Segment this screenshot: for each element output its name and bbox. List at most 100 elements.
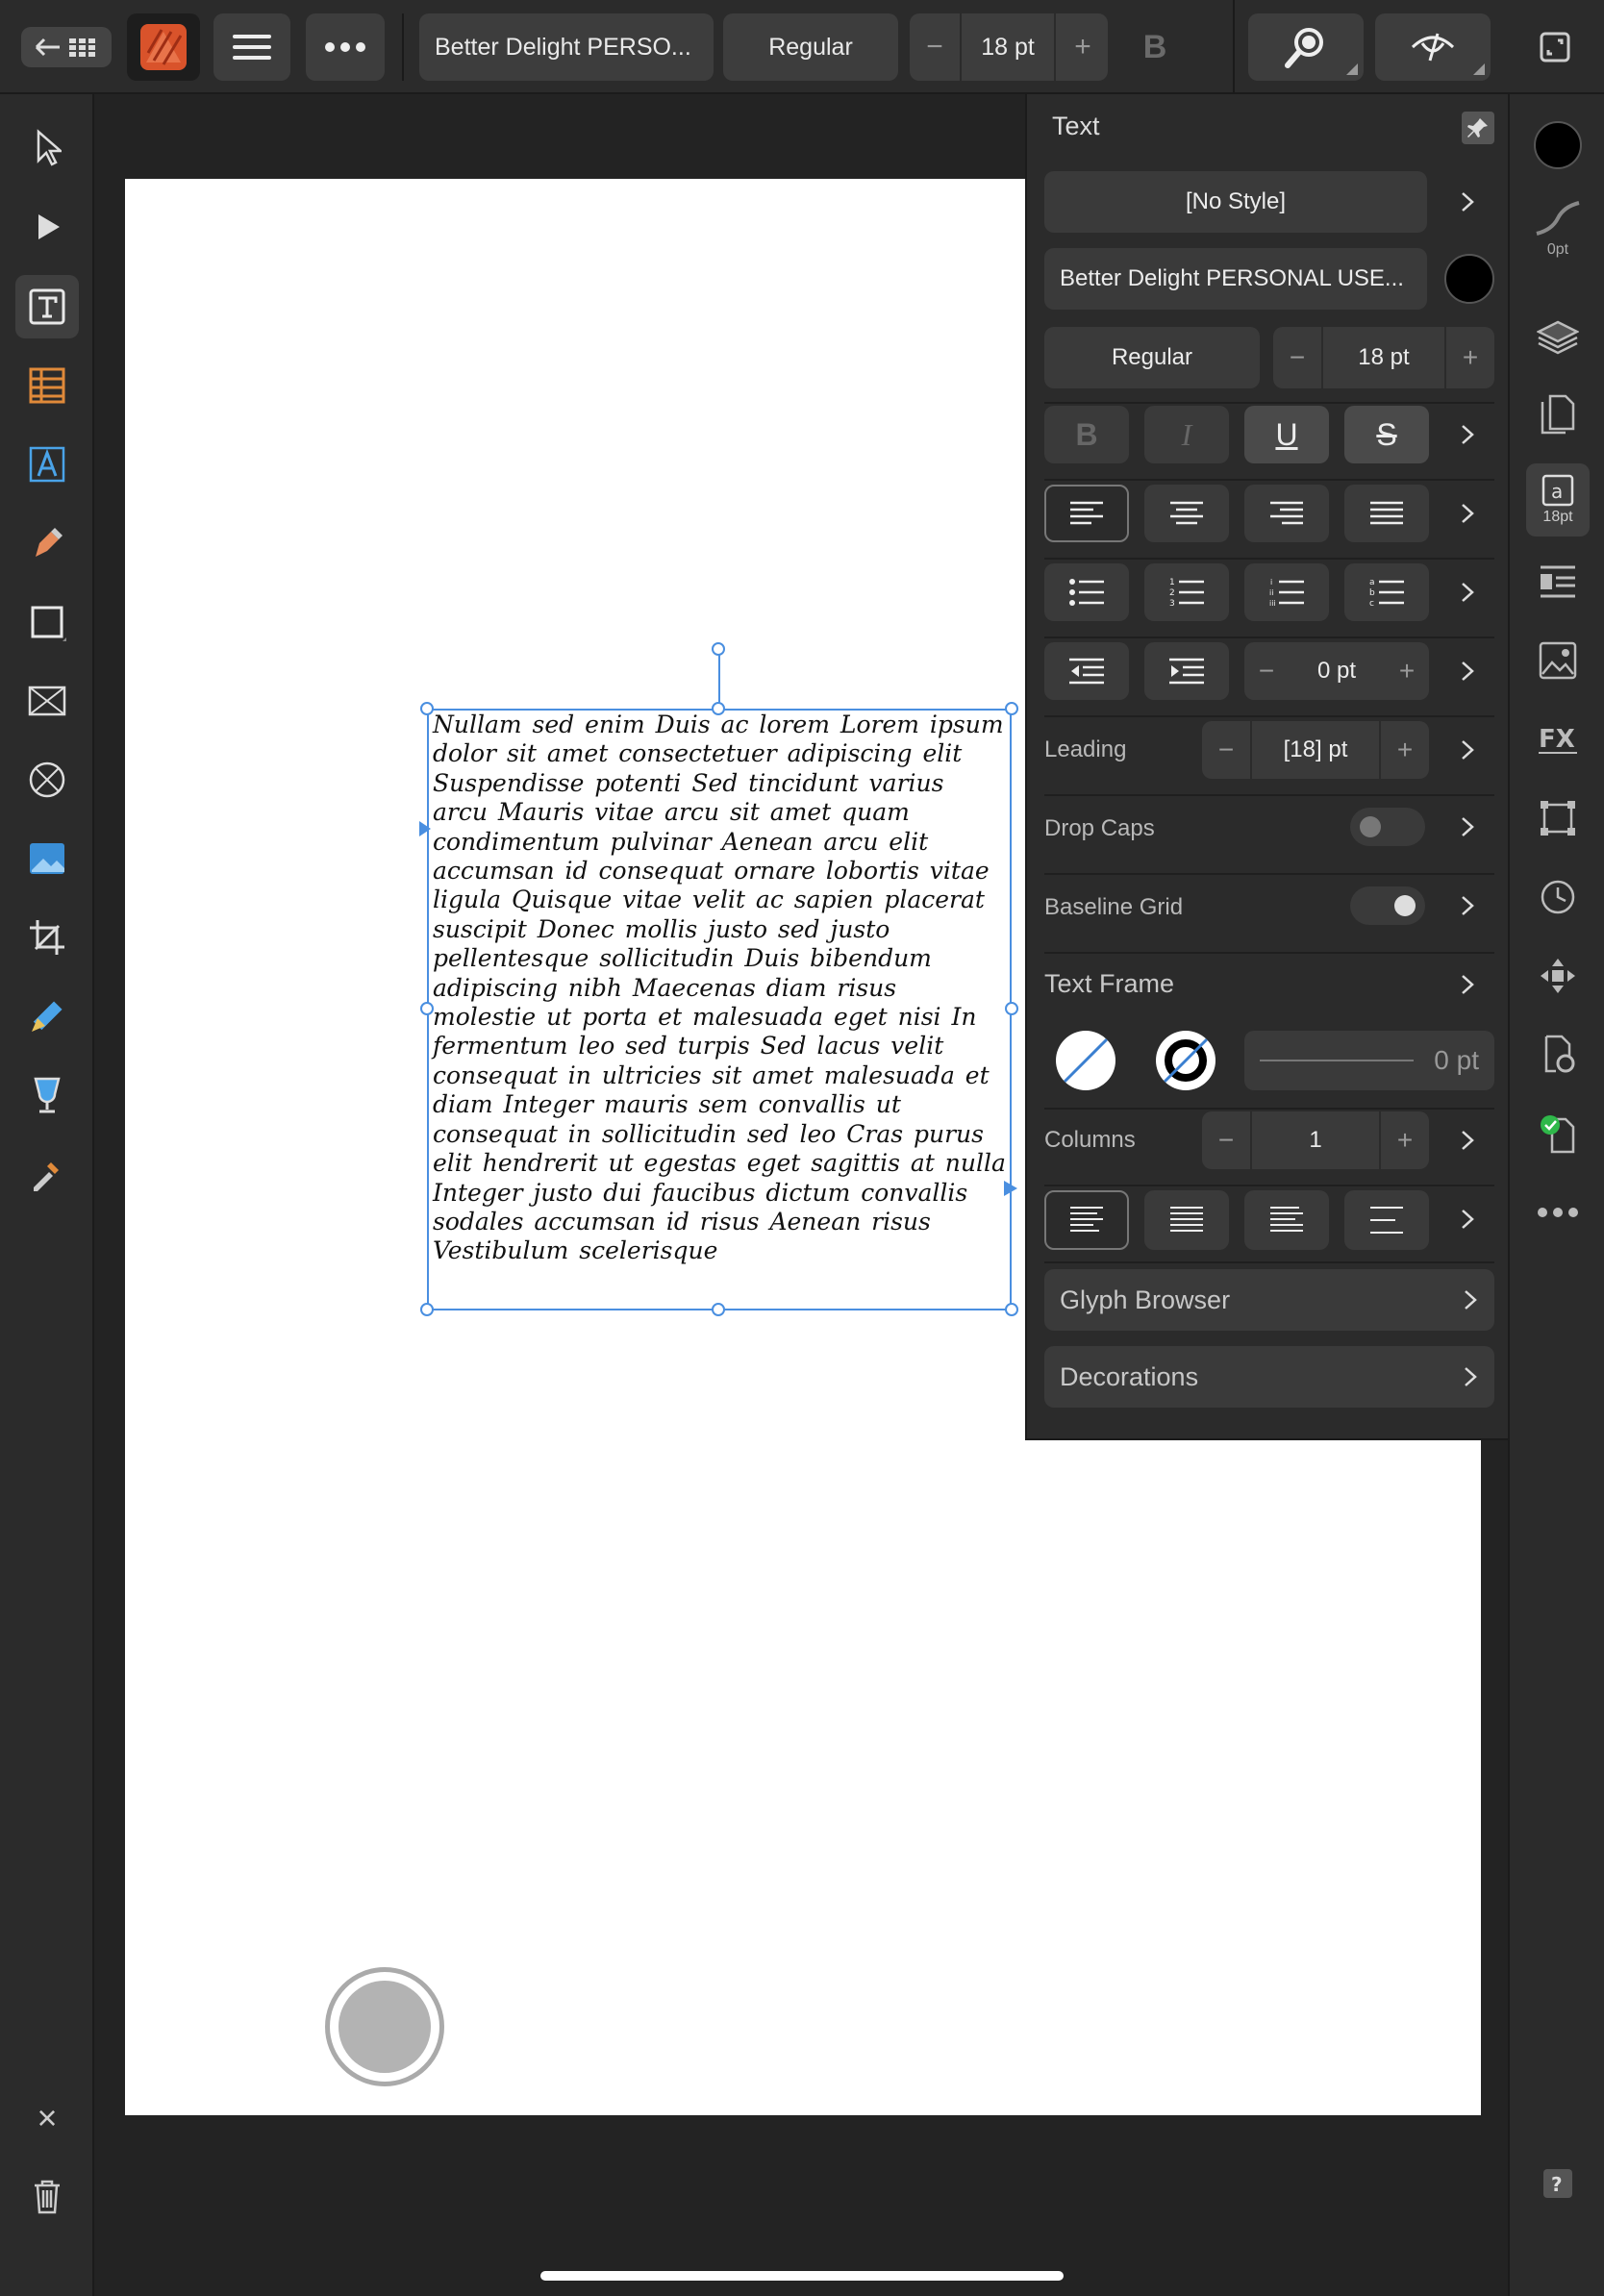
size-value[interactable]: 18 pt [1321, 327, 1446, 388]
bold-button[interactable]: B [1121, 13, 1189, 81]
roman-list-button[interactable]: i ii iii [1244, 563, 1329, 621]
effects-studio-button[interactable]: FX [1526, 708, 1590, 771]
paragraph-style-select[interactable]: [No Style] [1044, 171, 1427, 233]
drop-caps-toggle[interactable] [1350, 808, 1425, 846]
view-mode-button[interactable] [1375, 13, 1491, 81]
indent-more-chevron[interactable] [1448, 642, 1487, 700]
vertical-align-more-chevron[interactable] [1448, 1190, 1487, 1248]
leading-decrement[interactable]: − [1202, 735, 1250, 765]
underline-button[interactable]: U [1244, 406, 1329, 463]
bullet-list-button[interactable] [1044, 563, 1129, 621]
stroke-studio-button[interactable]: 0pt [1526, 187, 1590, 273]
align-right-button[interactable] [1244, 485, 1329, 542]
style-more-chevron[interactable] [1448, 173, 1487, 231]
vertical-justify-button[interactable] [1344, 1190, 1429, 1250]
frame-fill-swatch[interactable] [1056, 1031, 1115, 1090]
rectangle-tool[interactable] [15, 590, 79, 654]
decorations-button[interactable]: Decorations [1044, 1346, 1494, 1408]
help-button[interactable]: ? [1526, 2152, 1590, 2215]
columns-decrement[interactable]: − [1202, 1125, 1250, 1156]
back-grid-button[interactable] [21, 27, 112, 67]
resize-handle-br[interactable] [1005, 1303, 1018, 1316]
columns-increment[interactable]: + [1381, 1125, 1429, 1156]
font-family-select[interactable]: Better Delight PERSONAL USE... [1044, 248, 1427, 310]
leading-value[interactable]: [18] pt [1250, 721, 1381, 779]
text-color-swatch[interactable] [1444, 254, 1494, 304]
columns-value[interactable]: 1 [1250, 1111, 1381, 1169]
decrease-indent-button[interactable] [1044, 642, 1129, 700]
text-frame-more-chevron[interactable] [1448, 956, 1487, 1013]
frame-text-tool[interactable] [15, 275, 79, 338]
frame-stroke-swatch[interactable] [1156, 1031, 1216, 1090]
history-studio-button[interactable] [1526, 865, 1590, 929]
pen-tool[interactable] [15, 512, 79, 575]
baseline-grid-more-chevron[interactable] [1448, 877, 1487, 935]
home-indicator[interactable] [540, 2271, 1064, 2281]
quick-action-button[interactable] [325, 1967, 444, 2086]
transform-studio-button[interactable] [1526, 786, 1590, 850]
leading-more-chevron[interactable] [1448, 721, 1487, 779]
color-studio-button[interactable] [1526, 113, 1590, 177]
place-image-tool[interactable] [15, 827, 79, 890]
node-tool[interactable] [15, 195, 79, 259]
preflight-button[interactable] [1526, 1102, 1590, 1165]
delete-button[interactable] [15, 2165, 79, 2229]
frame-stroke-width-slider[interactable]: 0 pt [1244, 1031, 1494, 1090]
close-button[interactable]: × [15, 2086, 79, 2150]
indent-value[interactable]: 0 pt [1289, 642, 1385, 700]
font-style-field[interactable]: Regular [723, 13, 898, 81]
snapping-button[interactable] [1248, 13, 1364, 81]
bold-button[interactable]: B [1044, 406, 1129, 463]
strikethrough-button[interactable]: S [1344, 406, 1429, 463]
text-flow-out-arrow[interactable] [1004, 1181, 1017, 1196]
resize-handle-mr[interactable] [1005, 1002, 1018, 1015]
text-frame[interactable]: Nullam sed enim Duis ac lorem Lorem ipsu… [427, 709, 1012, 1310]
move-tool[interactable] [15, 115, 79, 179]
character-more-chevron[interactable] [1448, 406, 1487, 463]
table-tool[interactable] [15, 354, 79, 417]
resize-handle-bc[interactable] [712, 1303, 725, 1316]
navigator-studio-button[interactable] [1526, 944, 1590, 1008]
fullscreen-button[interactable] [1523, 23, 1587, 71]
list-more-chevron[interactable] [1448, 563, 1487, 621]
frame-text-content[interactable]: Nullam sed enim Duis ac lorem Lorem ipsu… [429, 711, 1010, 1309]
vertical-align-center-button[interactable] [1144, 1190, 1229, 1250]
size-decrement[interactable]: − [1273, 342, 1321, 373]
resize-handle-ml[interactable] [420, 1002, 434, 1015]
align-center-button[interactable] [1144, 485, 1229, 542]
vector-flood-tool[interactable] [15, 1063, 79, 1127]
italic-button[interactable]: I [1144, 406, 1229, 463]
text-styles-studio-button[interactable] [1526, 550, 1590, 613]
rotation-handle[interactable] [712, 642, 725, 656]
ellipse-frame-tool[interactable] [15, 748, 79, 811]
drop-caps-more-chevron[interactable] [1448, 798, 1487, 856]
leading-increment[interactable]: + [1381, 735, 1429, 765]
baseline-grid-toggle[interactable] [1350, 886, 1425, 925]
columns-more-chevron[interactable] [1448, 1111, 1487, 1169]
font-name-field[interactable]: Better Delight PERSO... [419, 13, 714, 81]
font-size-value[interactable]: 18 pt [960, 13, 1056, 81]
glyph-browser-button[interactable]: Glyph Browser [1044, 1269, 1494, 1331]
pages-studio-button[interactable] [1526, 383, 1590, 446]
size-increment[interactable]: + [1446, 342, 1494, 373]
resize-handle-bl[interactable] [420, 1303, 434, 1316]
crop-tool[interactable] [15, 906, 79, 969]
artistic-text-tool[interactable] [15, 433, 79, 496]
resize-handle-tr[interactable] [1005, 702, 1018, 715]
font-size-increment[interactable]: + [1058, 31, 1108, 63]
increase-indent-button[interactable] [1144, 642, 1229, 700]
text-flow-in-arrow[interactable] [419, 821, 431, 836]
text-studio-button[interactable]: a 18pt [1526, 463, 1590, 537]
resize-handle-tl[interactable] [420, 702, 434, 715]
document-menu-button[interactable] [213, 13, 290, 81]
justify-button[interactable] [1344, 485, 1429, 542]
numbered-list-button[interactable]: 123 [1144, 563, 1229, 621]
pin-panel-button[interactable] [1462, 112, 1494, 144]
font-size-decrement[interactable]: − [910, 31, 960, 63]
vertical-align-bottom-button[interactable] [1244, 1190, 1329, 1250]
picture-frame-tool[interactable] [15, 669, 79, 733]
resize-handle-tc[interactable] [712, 702, 725, 715]
app-menu-button[interactable] [127, 13, 200, 81]
indent-decrement[interactable]: − [1244, 656, 1289, 686]
assets-studio-button[interactable] [1526, 629, 1590, 692]
